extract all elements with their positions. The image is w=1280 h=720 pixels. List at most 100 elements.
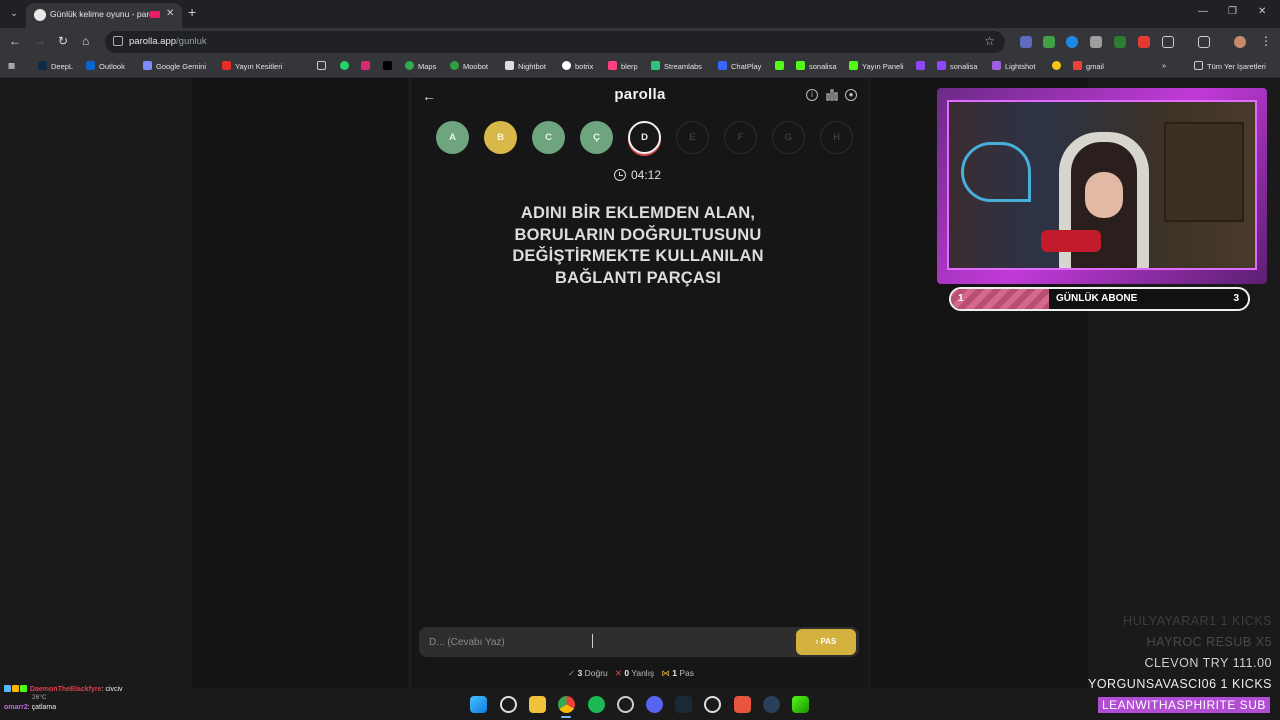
discord-icon[interactable] [646, 696, 663, 713]
bookmark-item[interactable]: Maps [405, 61, 436, 71]
alert-item: CLEVON TRY 111.00 [1144, 656, 1272, 670]
bookmark-item[interactable]: Google Gemini [143, 61, 206, 71]
browser-toolbar: ← → ↻ ⌂ parolla.app/gunluk ☆ ⋮ [0, 28, 1280, 56]
extensions-puzzle-icon[interactable] [1162, 36, 1174, 48]
tab-close-icon[interactable]: ✕ [166, 8, 174, 19]
chrome-icon[interactable] [558, 696, 575, 713]
reload-icon[interactable]: ↻ [58, 34, 68, 48]
bookmark-item[interactable]: Yayın Kesitleri [222, 61, 282, 71]
info-icon[interactable]: i [806, 89, 818, 101]
forward-icon[interactable]: → [34, 34, 46, 48]
chat-message: DaemonTheBlackfyre: civciv [4, 685, 123, 693]
back-arrow-icon[interactable]: ← [422, 88, 436, 104]
text-cursor [592, 634, 593, 648]
app-icon[interactable] [704, 696, 721, 713]
new-tab-icon[interactable]: + [188, 4, 196, 20]
answer-bar: › PAS [419, 627, 859, 657]
bookmark-item[interactable]: Yayın Paneli [849, 61, 904, 71]
active-app-indicator [561, 716, 571, 718]
extension-icon[interactable] [1090, 36, 1102, 48]
bookmarks-bar: ▦ DeepL Outlook Google Gemini Yayın Kesi… [0, 56, 1280, 78]
folder-icon[interactable] [317, 61, 330, 71]
tab-search-icon[interactable]: ⌄ [6, 6, 22, 22]
steam-icon[interactable] [763, 696, 780, 713]
back-icon[interactable]: ← [9, 34, 21, 48]
whatsapp-icon[interactable] [340, 61, 353, 71]
sub-goal-bar: 1 GÜNLÜK ABONE 3 [949, 287, 1250, 311]
url-text: parolla.app/gunluk [129, 36, 207, 47]
more-bookmarks-icon[interactable]: » [1162, 61, 1166, 70]
x-icon: ✕ [614, 668, 622, 678]
search-icon[interactable] [500, 696, 517, 713]
extension-icon[interactable] [1043, 36, 1055, 48]
windows-start-icon[interactable] [470, 696, 487, 713]
browser-tab-strip: ⌄ Günlük kelime oyunu - paro ✕ + — ❐ ✕ [0, 0, 1280, 28]
sub-goal-target: 3 [1233, 293, 1239, 304]
menu-icon[interactable]: ⋮ [1260, 34, 1272, 48]
pass-icon: ⋈ [661, 668, 670, 678]
alert-item: YORGUNSAVASCI06 1 KICKS [1087, 677, 1272, 691]
extension-icon[interactable] [1020, 36, 1032, 48]
recording-icon [150, 11, 160, 18]
bookmark-item[interactable]: Streamlabs [651, 61, 702, 71]
close-window-icon[interactable]: ✕ [1258, 6, 1266, 17]
downloads-icon[interactable] [1198, 36, 1210, 48]
extension-icon[interactable] [1138, 36, 1150, 48]
alert-item: HAYROC RESUB X5 [1146, 635, 1272, 649]
apps-grid-icon[interactable]: ▦ [8, 61, 15, 70]
restore-icon[interactable]: ❐ [1228, 6, 1237, 17]
left-gutter [192, 78, 408, 688]
bookmark-item[interactable]: botrix [562, 61, 593, 71]
bookmark-item[interactable]: Outlook [86, 61, 125, 71]
app-icon[interactable] [792, 696, 809, 713]
bookmark-item[interactable]: sonalisa [796, 61, 837, 71]
extension-icon[interactable] [1066, 36, 1078, 48]
sub-goal-label: GÜNLÜK ABONE [1056, 293, 1138, 304]
alert-item: HULYAYARAR1 1 KICKS [1123, 614, 1272, 628]
bookmark-item[interactable]: DeepL [38, 61, 73, 71]
spotify-icon[interactable] [588, 696, 605, 713]
letter-6: E [676, 121, 709, 154]
question-text: ADINI BİR EKLEMDEN ALAN, BORULARIN DOĞRU… [512, 204, 764, 287]
clock-icon [614, 169, 626, 181]
home-icon[interactable]: ⌂ [82, 34, 89, 48]
twitch-icon[interactable] [916, 61, 929, 71]
tab-title: Günlük kelime oyunu - paro [50, 9, 150, 19]
minimize-icon[interactable]: — [1198, 6, 1208, 17]
bookmark-star-icon[interactable]: ☆ [984, 34, 995, 48]
instagram-icon[interactable] [361, 61, 374, 71]
bookmark-item[interactable]: Moobot [450, 61, 488, 71]
extension-icon[interactable] [1114, 36, 1126, 48]
sub-goal-fill [951, 289, 1049, 309]
webcam-video [947, 100, 1257, 270]
tab-favicon-icon [34, 9, 46, 21]
timer: 04:12 [614, 168, 661, 182]
bookmark-item[interactable]: Nightbot [505, 61, 546, 71]
obs-icon[interactable] [617, 696, 634, 713]
profile-avatar[interactable] [1234, 36, 1246, 48]
steam-icon[interactable] [675, 696, 692, 713]
bookmark-item[interactable]: blerp [608, 61, 638, 71]
bookmark-item[interactable]: gmail [1073, 61, 1104, 71]
bookmark-item[interactable]: sonalisa [937, 61, 978, 71]
x-icon[interactable] [383, 61, 396, 71]
check-icon: ✓ [568, 668, 576, 678]
stats-icon[interactable] [826, 89, 838, 101]
letter-5: D [628, 121, 661, 154]
answer-input[interactable] [419, 627, 789, 657]
app-icon[interactable] [734, 696, 751, 713]
address-bar[interactable]: parolla.app/gunluk ☆ [105, 31, 1005, 53]
bookmark-item[interactable]: Lightshot [992, 61, 1035, 71]
profile-icon[interactable]: ● [845, 89, 857, 101]
file-explorer-icon[interactable] [529, 696, 546, 713]
score-stats: ✓ 3 Doğru ✕ 0 Yanlış ⋈ 1 Pas [568, 668, 695, 678]
pass-button[interactable]: › PAS [796, 629, 856, 655]
all-bookmarks[interactable]: Tüm Yer İşaretleri [1194, 61, 1266, 71]
brand-title[interactable]: parolla [600, 86, 680, 103]
kick-icon[interactable] [775, 61, 788, 71]
site-info-icon[interactable] [113, 36, 123, 46]
webcam-frame [937, 88, 1267, 284]
bookmark-item[interactable]: ChatPlay [718, 61, 761, 71]
emoji-icon[interactable] [1052, 61, 1065, 71]
browser-tab[interactable]: Günlük kelime oyunu - paro ✕ [26, 3, 182, 28]
